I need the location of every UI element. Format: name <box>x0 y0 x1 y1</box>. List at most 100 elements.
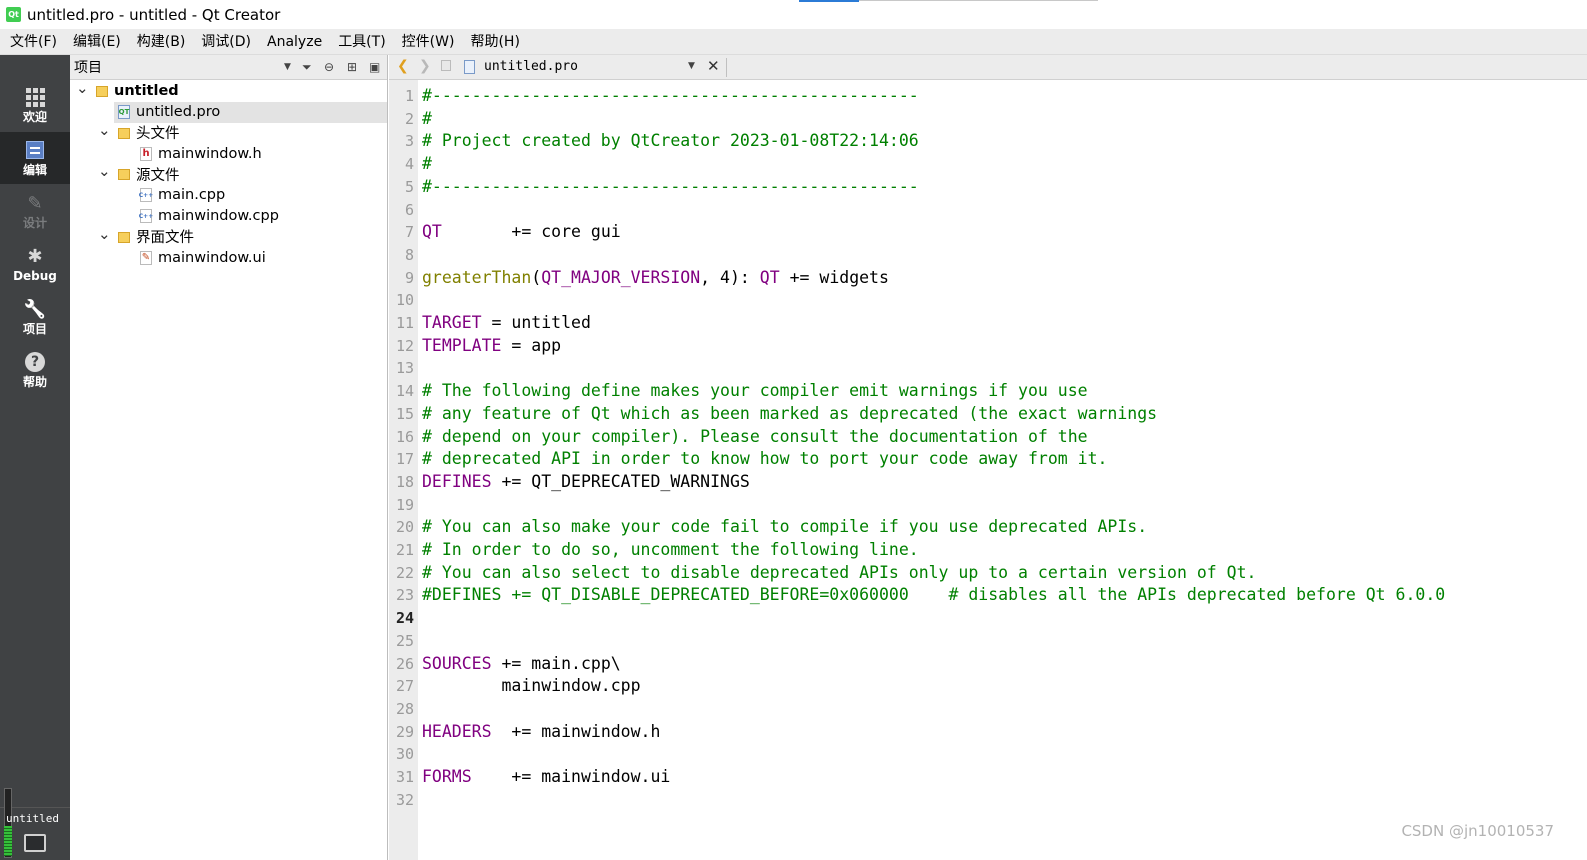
line-number: 32 <box>395 790 414 809</box>
code-line[interactable]: # You can also select to disable depreca… <box>422 562 1256 585</box>
line-number: 2 <box>404 109 414 128</box>
tree-item[interactable]: C++ mainwindow.cpp <box>70 206 387 227</box>
expand-arrow-icon[interactable]: ⌄ <box>76 79 89 97</box>
tree-item[interactable]: h mainwindow.h <box>70 143 387 164</box>
forward-arrow-icon[interactable]: ❯ <box>419 58 431 74</box>
project-panel: 项目 ▼ ⏷ ⊖ ⊞ ▣ ⌄ untitled QT untitled.pro ⌄ 头文件… <box>70 55 388 860</box>
tree-item-label: 源文件 <box>136 168 180 185</box>
menu-item[interactable]: Analyze <box>259 29 330 55</box>
code-line[interactable]: QT += core gui <box>422 221 621 244</box>
mode-welcome[interactable]: 欢迎 <box>0 79 70 131</box>
tree-item[interactable]: ⌄ untitled <box>70 79 387 102</box>
line-number: 18 <box>395 472 414 491</box>
line-number: 16 <box>395 427 414 446</box>
code-line[interactable]: # deprecated API in order to know how to… <box>422 448 1107 471</box>
lock-icon <box>441 60 451 71</box>
link-icon[interactable]: ⊖ <box>324 60 334 74</box>
code-line[interactable]: # You can also make your code fail to co… <box>422 516 1147 539</box>
code-line[interactable]: # depend on your compiler). Please consu… <box>422 426 1088 449</box>
code-line[interactable]: SOURCES += main.cpp\ <box>422 653 621 676</box>
h-file-icon: h <box>140 146 152 161</box>
code-token: TARGET <box>422 313 482 332</box>
chevron-down-icon[interactable]: ▼ <box>688 61 695 71</box>
code-editor[interactable]: #---------------------------------------… <box>418 80 1587 860</box>
tree-item-label: 界面文件 <box>136 230 194 247</box>
tree-item[interactable]: QT untitled.pro <box>114 101 387 123</box>
code-token: FORMS <box>422 767 472 786</box>
code-line[interactable]: # In order to do so, uncomment the follo… <box>422 539 919 562</box>
code-line[interactable]: DEFINES += QT_DEPRECATED_WARNINGS <box>422 471 750 494</box>
code-line[interactable]: HEADERS += mainwindow.h <box>422 721 660 744</box>
code-line[interactable]: FORMS += mainwindow.ui <box>422 766 670 789</box>
edit-icon <box>26 139 44 161</box>
expand-arrow-icon[interactable]: ⌄ <box>98 121 111 139</box>
code-line[interactable]: # any feature of Qt which as been marked… <box>422 403 1157 426</box>
line-number: 1 <box>404 87 414 105</box>
split-icon[interactable]: ⊞ <box>347 60 357 74</box>
filter-icon[interactable]: ⏷ <box>302 60 312 75</box>
line-number: 29 <box>395 722 414 741</box>
tree-item[interactable]: C++ main.cpp <box>70 185 387 206</box>
code-line[interactable]: TARGET = untitled <box>422 312 591 335</box>
line-number: 8 <box>404 245 414 264</box>
mode-projects[interactable]: 🔧 项目 <box>0 291 70 343</box>
back-arrow-icon[interactable]: ❮ <box>397 58 409 74</box>
folder-icon <box>96 86 108 97</box>
code-line[interactable]: #DEFINES += QT_DISABLE_DEPRECATED_BEFORE… <box>422 584 1445 607</box>
code-token: # Project created by QtCreator 2023-01-0… <box>422 131 919 151</box>
menu-item[interactable]: 帮助(H) <box>462 29 527 55</box>
chevron-down-icon[interactable]: ▼ <box>284 62 291 72</box>
line-number: 30 <box>395 745 414 764</box>
code-line[interactable]: greaterThan(QT_MAJOR_VERSION, 4): QT += … <box>422 267 889 290</box>
tree-item[interactable]: ⌄ 源文件 <box>70 162 387 185</box>
code-token: += QT_DEPRECATED_WARNINGS <box>491 471 750 491</box>
pro-file-icon <box>464 60 475 74</box>
menu-item[interactable]: 编辑(E) <box>65 29 129 55</box>
document-selector[interactable]: untitled.pro <box>484 59 578 74</box>
code-token: += widgets <box>779 267 889 287</box>
line-number: 12 <box>395 336 414 355</box>
code-token: # any feature of Qt which as been marked… <box>422 403 1158 423</box>
menu-item[interactable]: 工具(T) <box>330 29 393 55</box>
code-token: SOURCES <box>422 653 492 673</box>
tree-item-label: 头文件 <box>136 126 180 143</box>
code-line[interactable]: # Project created by QtCreator 2023-01-0… <box>422 130 919 153</box>
cpp-file-icon: C++ <box>139 188 153 203</box>
kit-selector[interactable]: untitled <box>0 788 70 860</box>
mode-help[interactable]: ? 帮助 <box>0 344 70 396</box>
toolbar-divider <box>726 58 727 77</box>
code-line[interactable]: # The following define makes your compil… <box>422 380 1088 403</box>
mode-edit[interactable]: 编辑 <box>0 132 70 184</box>
code-line[interactable]: #---------------------------------------… <box>422 176 919 199</box>
code-line[interactable]: # <box>422 153 432 176</box>
tree-item[interactable]: ⌄ 界面文件 <box>70 225 387 248</box>
code-line[interactable]: #---------------------------------------… <box>422 85 919 108</box>
close-panel-icon[interactable]: ▣ <box>369 60 380 74</box>
line-number: 9 <box>404 268 414 287</box>
tree-item[interactable]: ⌄ 头文件 <box>70 121 387 144</box>
mode-label: 欢迎 <box>22 110 47 124</box>
line-number: 26 <box>395 654 414 673</box>
expand-arrow-icon[interactable]: ⌄ <box>98 225 111 243</box>
qt-logo-icon: Qt <box>6 7 21 22</box>
code-line[interactable]: TEMPLATE = app <box>422 335 561 358</box>
tree-item[interactable]: ✎ mainwindow.ui <box>70 247 387 268</box>
code-token: TEMPLATE <box>422 335 502 355</box>
menu-item[interactable]: 调试(D) <box>193 29 259 55</box>
code-token: #---------------------------------------… <box>422 86 919 105</box>
menu-item[interactable]: 控件(W) <box>394 29 463 55</box>
menu-item[interactable]: 文件(F) <box>2 29 65 55</box>
menu-item[interactable]: 构建(B) <box>129 29 194 55</box>
project-panel-title[interactable]: 项目 <box>74 57 102 77</box>
code-token: # In order to do so, uncomment the follo… <box>422 540 919 559</box>
code-line[interactable]: # <box>422 108 432 131</box>
code-token: # You can also make your code fail to co… <box>422 517 1148 537</box>
monitor-icon[interactable] <box>24 834 46 852</box>
mode-design[interactable]: ✎ 设计 <box>0 185 70 237</box>
close-icon[interactable]: ✕ <box>707 57 720 75</box>
code-token: DEFINES <box>422 471 492 491</box>
code-line[interactable]: mainwindow.cpp <box>422 675 640 698</box>
mode-debug[interactable]: ✱ Debug <box>0 238 70 290</box>
help-icon: ? <box>25 351 45 373</box>
expand-arrow-icon[interactable]: ⌄ <box>98 162 111 180</box>
